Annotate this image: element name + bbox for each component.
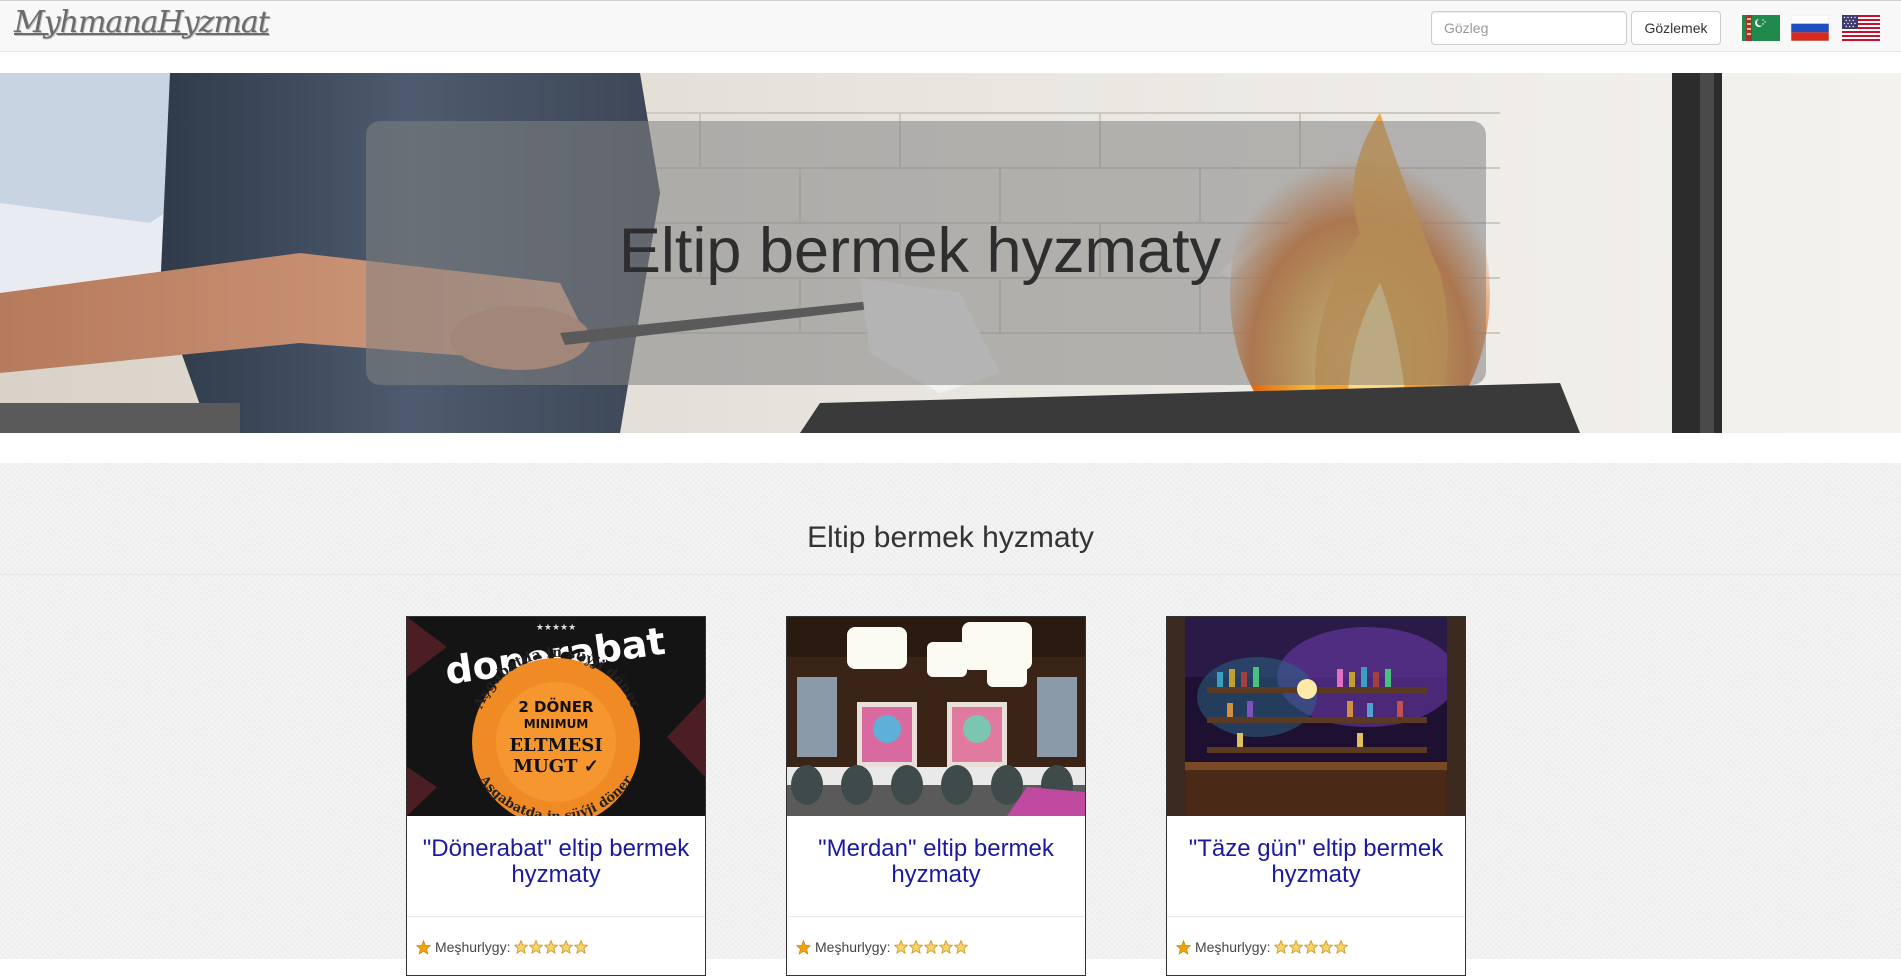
service-card: "Täze gün" eltip bermek hyzmaty Meşhurly… [1166,616,1466,976]
service-card: ★★★★★ donerabat Aşgabatda in süýji döner… [406,616,706,976]
hero-banner: Eltip bermek hyzmaty [0,73,1901,433]
star-outline-icon [894,940,909,954]
hero-title: Eltip bermek hyzmaty [618,216,1222,286]
card-title-link[interactable]: "Dönerabat" eltip bermek hyzmaty [407,816,705,906]
card-rating: Meşhurlygy: [1167,939,1465,955]
donerabat-promo-image[interactable]: ★★★★★ donerabat Aşgabatda in süýji döner… [407,617,705,816]
rating-stars [894,940,969,954]
star-outline-icon [909,940,924,954]
section-divider [0,574,1901,575]
star-outline-icon [1274,940,1289,954]
services-section: Eltip bermek hyzmaty ★★★★★ donerabat Aşg… [0,463,1901,976]
promo-line-1: 2 DÖNER [518,697,594,716]
card-rating: Meşhurlygy: [407,939,705,955]
rating-stars [514,940,589,954]
service-card: "Merdan" eltip bermek hyzmaty Meşhurlygy… [786,616,1086,976]
star-outline-icon [559,940,574,954]
section-title: Eltip bermek hyzmaty [807,521,1094,554]
star-outline-icon [529,940,544,954]
turkmenistan-flag-icon[interactable] [1742,15,1780,41]
usa-flag-icon[interactable] [1842,15,1880,41]
card-rating: Meşhurlygy: [787,939,1085,955]
card-divider [1167,916,1465,917]
rating-label: Meşhurlygy: [1195,939,1271,955]
star-outline-icon [574,940,589,954]
card-title-link[interactable]: "Täze gün" eltip bermek hyzmaty [1167,816,1465,906]
merdan-restaurant-image[interactable] [787,617,1085,816]
star-icon [1176,939,1191,955]
star-outline-icon [924,940,939,954]
star-outline-icon [939,940,954,954]
card-divider [787,916,1085,917]
rating-label: Meşhurlygy: [815,939,891,955]
star-icon [416,939,431,955]
russia-flag-icon[interactable] [1791,15,1829,41]
star-icon [796,939,811,955]
search-input[interactable] [1431,11,1627,45]
star-outline-icon [1304,940,1319,954]
star-outline-icon [514,940,529,954]
navbar: MyhmanaHyzmat Gözlemek [0,0,1901,52]
star-outline-icon [954,940,969,954]
search-button[interactable]: Gözlemek [1631,11,1721,45]
star-outline-icon [1319,940,1334,954]
promo-line-4: MUGT ✓ [513,756,599,777]
star-outline-icon [1289,940,1304,954]
star-outline-icon [1334,940,1349,954]
brand-logo[interactable]: MyhmanaHyzmat [14,5,270,40]
promo-line-3: ELTMESI [509,735,602,756]
card-title-link[interactable]: "Merdan" eltip bermek hyzmaty [787,816,1085,906]
promo-line-2: MINIMUM [524,717,589,731]
taze-gun-bar-image[interactable] [1167,617,1465,816]
star-outline-icon [544,940,559,954]
rating-label: Meşhurlygy: [435,939,511,955]
card-divider [407,916,705,917]
hero-overlay-panel: Eltip bermek hyzmaty [366,121,1486,385]
rating-stars [1274,940,1349,954]
